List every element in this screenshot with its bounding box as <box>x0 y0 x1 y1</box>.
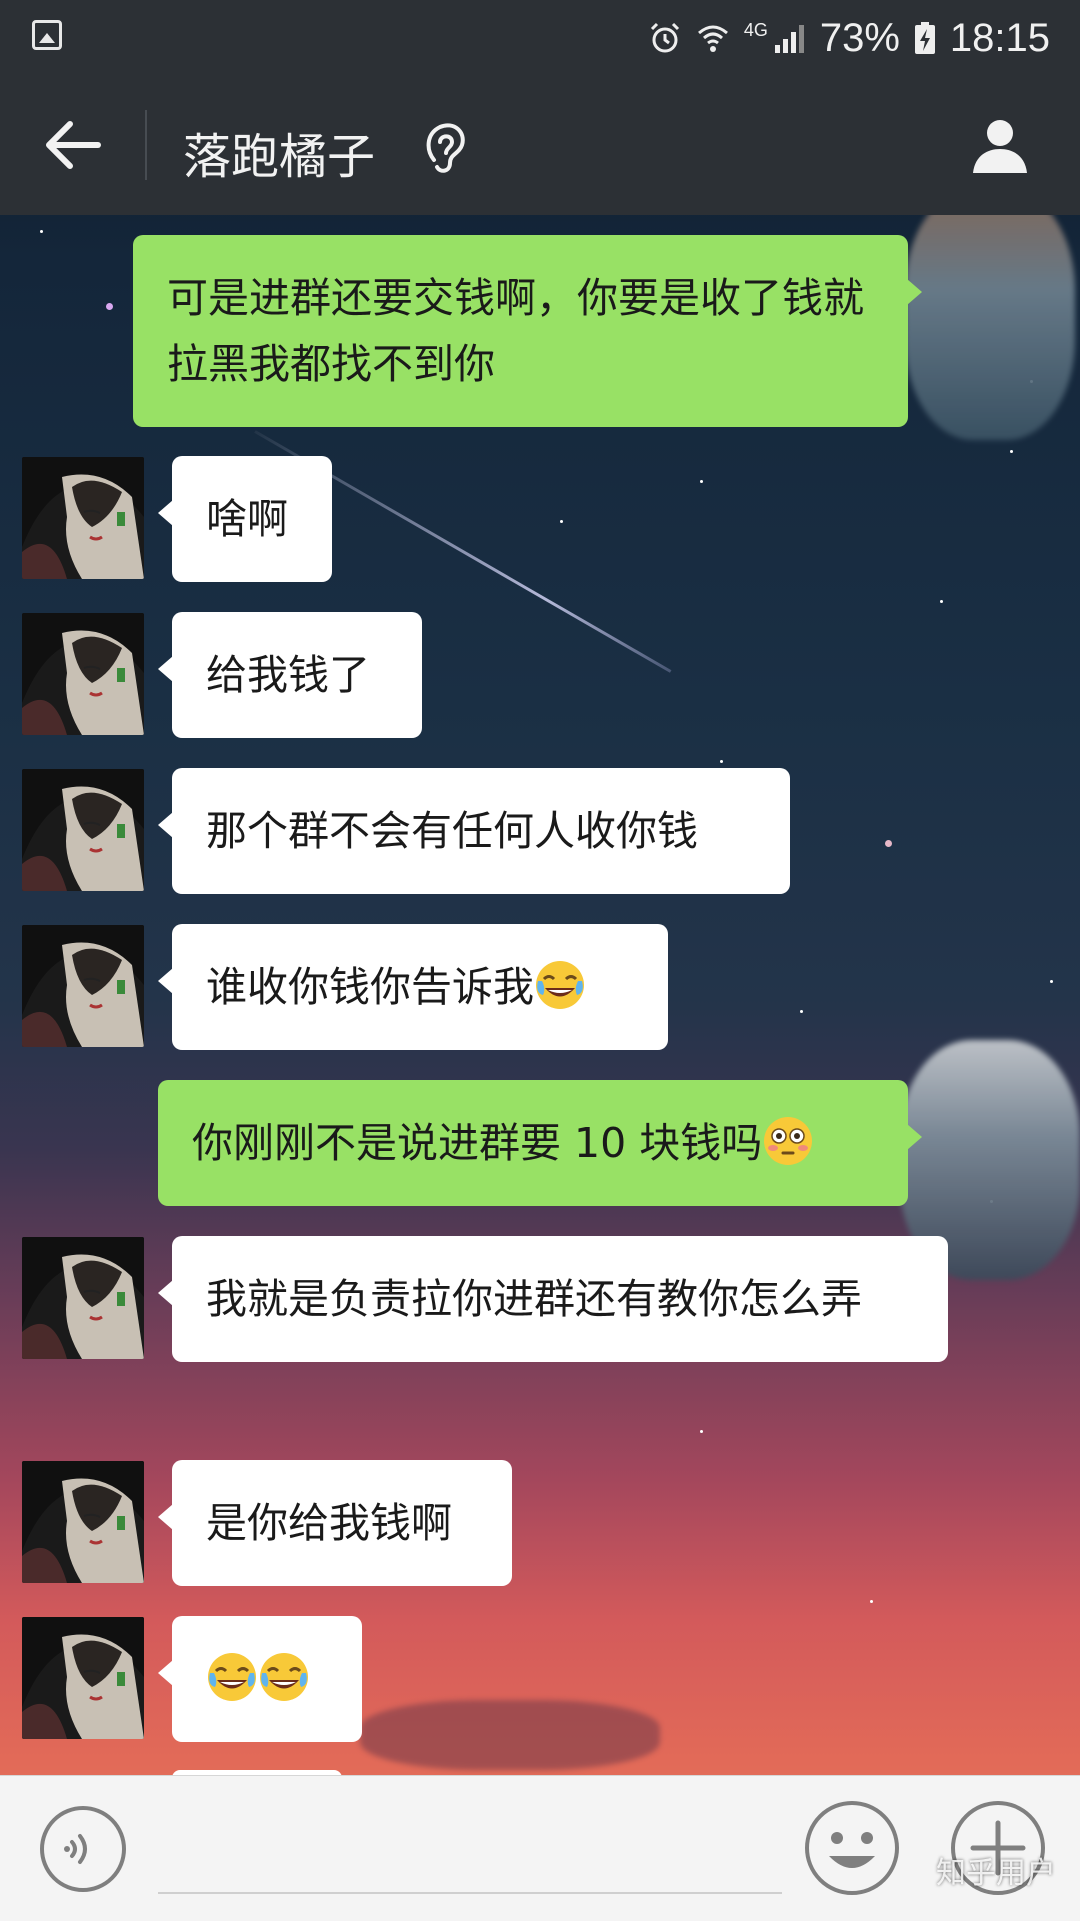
alarm-icon <box>650 22 679 53</box>
voice-input-icon[interactable] <box>38 1804 128 1894</box>
message-bubble-incoming[interactable]: 啥啊 <box>158 456 332 582</box>
avatar-image <box>22 925 144 1047</box>
face-with-tears-of-joy-icon <box>534 959 586 1011</box>
message-bubble-incoming[interactable]: 谁收你钱你告诉我 <box>158 924 668 1050</box>
battery-charging-icon <box>914 22 935 54</box>
message-text: 可是进群还要交钱啊，你要是收了钱就拉黑我都找不到你 <box>167 274 864 388</box>
avatar-image <box>22 1617 144 1739</box>
contact-avatar[interactable] <box>22 613 144 735</box>
contact-avatar[interactable] <box>22 457 144 579</box>
earpiece-mode-icon <box>426 123 465 173</box>
avatar-image <box>22 769 144 891</box>
message-input[interactable] <box>158 1806 782 1894</box>
message-text: 那个群不会有任何人收你钱 <box>206 807 698 855</box>
message-bubble-incoming[interactable]: 是你给我钱啊 <box>158 1460 512 1586</box>
avatar-image <box>22 613 144 735</box>
message-text: 是你给我钱啊 <box>206 1499 452 1547</box>
message-text: 谁收你钱你告诉我 <box>206 963 534 1011</box>
back-arrow-icon[interactable] <box>40 115 110 175</box>
avatar-image <box>22 1461 144 1583</box>
chat-input-bar <box>0 1775 1080 1921</box>
avatar-image <box>22 457 144 579</box>
flushed-face-icon <box>762 1115 814 1167</box>
signal-icon <box>774 25 804 53</box>
gallery-notification-icon <box>32 20 62 50</box>
emoji-picker-icon[interactable] <box>802 1798 902 1898</box>
message-text: 啥啊 <box>206 495 288 543</box>
header-divider <box>145 110 147 180</box>
battery-percent: 73% <box>819 15 900 60</box>
message-bubble-incoming[interactable] <box>158 1616 362 1742</box>
clock-time: 18:15 <box>949 15 1050 60</box>
message-text: 我就是负责拉你进群还有教你怎么弄 <box>206 1275 862 1323</box>
message-bubble-incoming[interactable]: 我就是负责拉你进群还有教你怎么弄 <box>158 1236 948 1362</box>
wifi-icon <box>697 25 728 52</box>
chat-title: 落跑橘子 <box>183 129 376 185</box>
face-with-tears-of-joy-icon <box>206 1651 258 1703</box>
status-bar: 4G 73% 18:15 <box>0 0 1080 75</box>
message-text: 你刚刚不是说进群要 10 块钱吗 <box>192 1119 763 1167</box>
contact-avatar[interactable] <box>22 1237 144 1359</box>
chat-header: 落跑橘子 <box>0 75 1080 215</box>
network-type: 4G <box>743 19 768 40</box>
contact-avatar[interactable] <box>22 925 144 1047</box>
contact-avatar[interactable] <box>22 769 144 891</box>
message-bubble-incoming[interactable]: 那个群不会有任何人收你钱 <box>158 768 790 894</box>
watermark-text: 知乎用户 <box>936 1856 1056 1891</box>
contact-avatar[interactable] <box>22 1461 144 1583</box>
contact-profile-icon[interactable] <box>968 113 1032 177</box>
message-bubble-outgoing[interactable]: 可是进群还要交钱啊，你要是收了钱就拉黑我都找不到你 <box>133 235 922 427</box>
message-text: 给我钱了 <box>206 651 370 699</box>
contact-avatar[interactable] <box>22 1617 144 1739</box>
face-with-tears-of-joy-icon <box>258 1651 310 1703</box>
message-bubble-outgoing[interactable]: 你刚刚不是说进群要 10 块钱吗 <box>158 1080 922 1206</box>
avatar-image <box>22 1237 144 1359</box>
message-bubble-incoming[interactable]: 给我钱了 <box>158 612 422 738</box>
